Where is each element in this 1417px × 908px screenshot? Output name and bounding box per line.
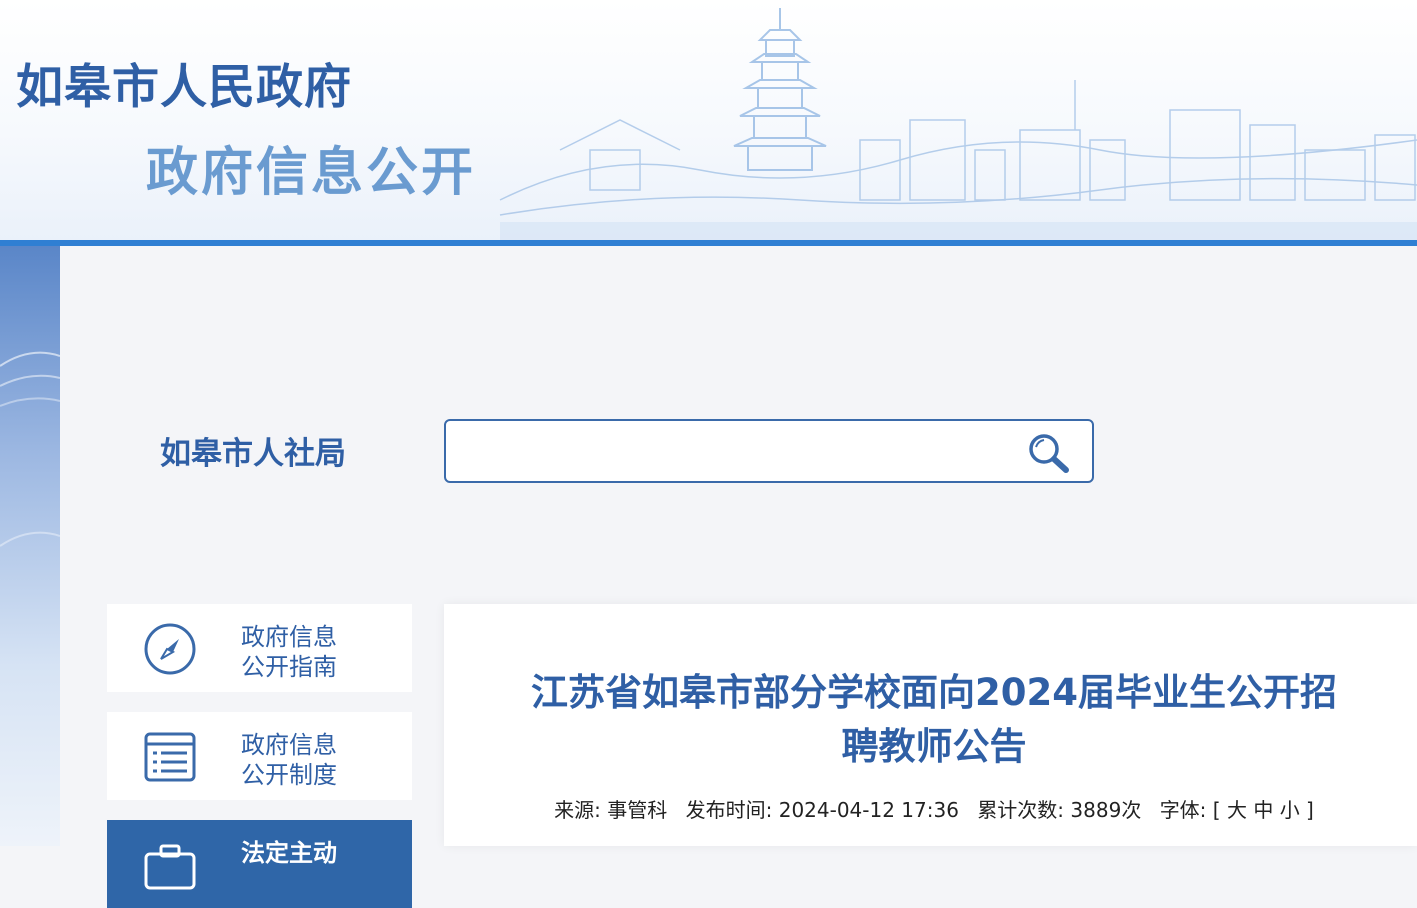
publish-date-label: 发布时间:: [685, 798, 773, 822]
font-size-small-button[interactable]: 小: [1280, 798, 1300, 822]
font-size-large-button[interactable]: 大: [1227, 798, 1247, 822]
nav-item-statutory-disclosure[interactable]: 法定主动: [107, 820, 412, 908]
compass-icon: [144, 623, 196, 675]
font-size-medium-button[interactable]: 中: [1253, 798, 1273, 822]
site-subtitle: 政府信息公开: [146, 143, 477, 203]
briefcase-icon: [144, 844, 196, 890]
nav-item-label: 政府信息 公开指南: [241, 623, 337, 681]
article-title: 江苏省如皋市部分学校面向2024届毕业生公开招 聘教师公告: [531, 671, 1337, 768]
bracket-close: ]: [1306, 798, 1314, 822]
publish-date: 2024-04-12 17:36: [778, 798, 959, 822]
view-count-label: 累计次数:: [977, 798, 1065, 822]
source-label: 来源:: [554, 798, 601, 822]
decorative-side-strip: [0, 246, 60, 846]
view-count: 3889次: [1070, 798, 1142, 822]
header-divider: [0, 240, 1417, 246]
search-button[interactable]: [1024, 431, 1074, 473]
article-panel: 江苏省如皋市部分学校面向2024届毕业生公开招 聘教师公告 来源: 事管科 发布…: [444, 604, 1417, 846]
department-name: 如皋市人社局: [160, 436, 346, 472]
search-bar: [444, 419, 1094, 483]
nav-item-disclosure-system[interactable]: 政府信息 公开制度: [107, 712, 412, 800]
nav-item-label: 法定主动: [241, 839, 337, 867]
font-size-label: 字体:: [1159, 798, 1207, 822]
nav-item-disclosure-guide[interactable]: 政府信息 公开指南: [107, 604, 412, 692]
city-skyline-illustration: [499, 8, 1417, 242]
site-title: 如皋市人民政府: [16, 60, 352, 115]
source-value: 事管科: [607, 798, 668, 822]
search-icon: [1029, 434, 1069, 473]
header-banner: 如皋市人民政府 政府信息公开: [0, 0, 1417, 242]
nav-item-label: 政府信息 公开制度: [241, 731, 337, 789]
list-document-icon: [144, 732, 196, 782]
bracket-open: [: [1212, 798, 1221, 822]
article-meta: 来源: 事管科 发布时间: 2024-04-12 17:36 累计次数: 388…: [484, 794, 1384, 823]
wave-decoration: [0, 351, 60, 547]
search-input[interactable]: [456, 429, 1020, 475]
